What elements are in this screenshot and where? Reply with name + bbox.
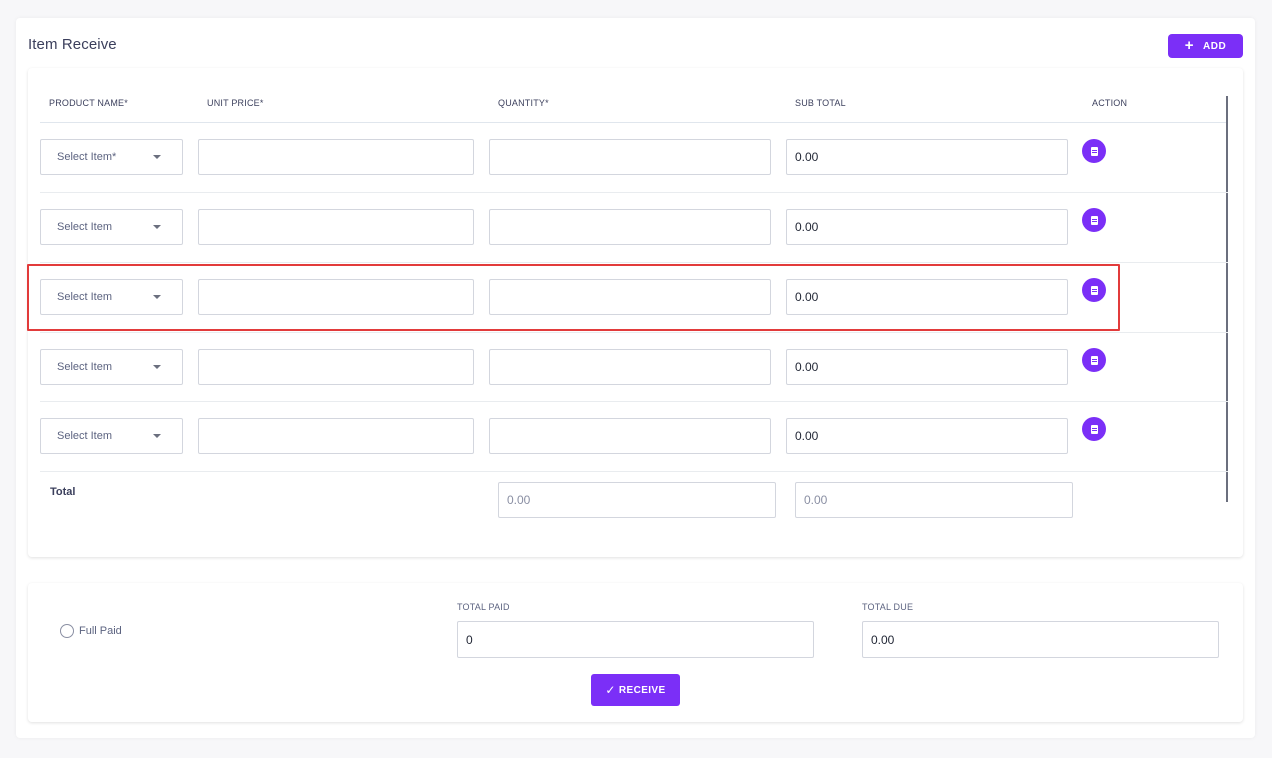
product-select[interactable]: Select Item* [40, 139, 183, 175]
delete-row-button[interactable] [1082, 348, 1106, 372]
sub-total-total-field: 0.00 [795, 482, 1073, 518]
unit-price-input[interactable] [198, 139, 474, 175]
quantity-input[interactable] [489, 418, 771, 454]
clipboard-icon [1090, 215, 1098, 225]
clipboard-icon [1090, 146, 1098, 156]
full-paid-label: Full Paid [79, 625, 122, 637]
row-divider [40, 471, 1228, 472]
sub-total-field: 0.00 [786, 209, 1068, 245]
unit-price-input[interactable] [198, 209, 474, 245]
row-divider [40, 192, 1228, 193]
delete-row-button[interactable] [1082, 278, 1106, 302]
product-select-value: Select Item [57, 430, 113, 442]
product-select-value: Select Item [57, 221, 113, 233]
delete-row-button[interactable] [1082, 139, 1106, 163]
page-title: Item Receive [28, 36, 117, 53]
clipboard-icon [1090, 355, 1098, 365]
add-button-label: ADD [1203, 40, 1227, 52]
quantity-input[interactable] [489, 139, 771, 175]
plus-icon: + [1184, 36, 1195, 54]
column-header-product-name: PRODUCT NAME* [49, 98, 128, 108]
header-divider [40, 122, 1228, 123]
unit-price-input[interactable] [198, 279, 474, 315]
caret-down-icon [153, 225, 161, 229]
receive-button-label: RECEIVE [618, 684, 666, 696]
column-header-sub-total: SUB TOTAL [795, 98, 846, 108]
caret-down-icon [153, 434, 161, 438]
total-due-field: 0.00 [862, 621, 1219, 658]
total-paid-label: TOTAL PAID [457, 602, 510, 612]
total-due-label: TOTAL DUE [862, 602, 914, 612]
add-row-button[interactable]: + ADD [1168, 34, 1243, 58]
receive-button[interactable]: ✓ RECEIVE [591, 674, 680, 706]
product-select[interactable]: Select Item [40, 349, 183, 385]
sub-total-field: 0.00 [786, 349, 1068, 385]
product-select[interactable]: Select Item [40, 209, 183, 245]
sub-total-field: 0.00 [786, 139, 1068, 175]
product-select-value: Select Item* [57, 151, 117, 163]
unit-price-input[interactable] [198, 349, 474, 385]
quantity-input[interactable] [489, 279, 771, 315]
row-divider [40, 262, 1228, 263]
delete-row-button[interactable] [1082, 417, 1106, 441]
sub-total-field: 0.00 [786, 418, 1068, 454]
row-divider [40, 401, 1228, 402]
sub-total-field: 0.00 [786, 279, 1068, 315]
row-divider [40, 332, 1228, 333]
total-paid-input[interactable]: 0 [457, 621, 814, 658]
table-scrollbar[interactable] [1226, 96, 1228, 502]
product-select-value: Select Item [57, 361, 113, 373]
column-header-action: ACTION [1092, 98, 1128, 108]
quantity-input[interactable] [489, 209, 771, 245]
clipboard-icon [1090, 285, 1098, 295]
caret-down-icon [153, 365, 161, 369]
full-paid-radio[interactable] [60, 624, 74, 638]
caret-down-icon [153, 295, 161, 299]
delete-row-button[interactable] [1082, 208, 1106, 232]
product-select-value: Select Item [57, 291, 113, 303]
clipboard-icon [1090, 424, 1098, 434]
product-select[interactable]: Select Item [40, 418, 183, 454]
caret-down-icon [153, 155, 161, 159]
product-select[interactable]: Select Item [40, 279, 183, 315]
check-icon: ✓ [605, 683, 616, 697]
total-label: Total [50, 486, 76, 498]
quantity-input[interactable] [489, 349, 771, 385]
unit-price-input[interactable] [198, 418, 474, 454]
column-header-unit-price: UNIT PRICE* [207, 98, 264, 108]
quantity-total-field: 0.00 [498, 482, 776, 518]
column-header-quantity: QUANTITY* [498, 98, 549, 108]
